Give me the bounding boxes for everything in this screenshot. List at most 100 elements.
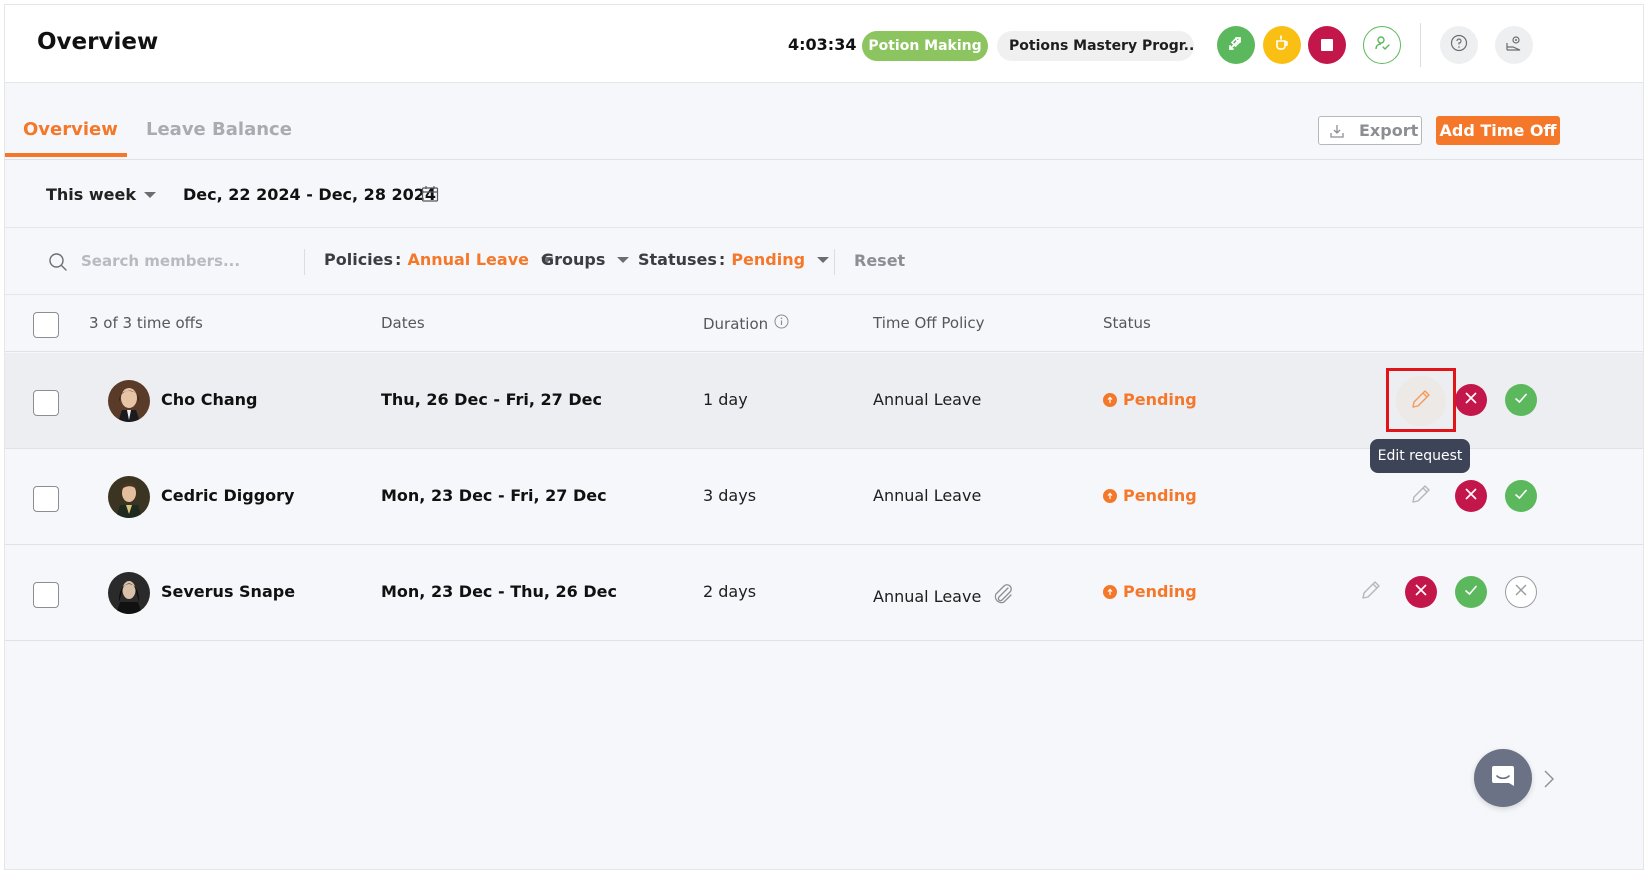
download-icon	[1329, 123, 1345, 139]
export-button[interactable]: Export	[1318, 116, 1422, 145]
status-badge: Pending	[1103, 582, 1197, 601]
statuses-filter-value: Pending	[731, 250, 806, 269]
status-badge: Pending	[1103, 486, 1197, 505]
time-off-policy: Annual Leave	[873, 486, 982, 505]
pending-icon	[1103, 488, 1117, 503]
row-checkbox[interactable]	[33, 486, 59, 512]
filter-row: Policies: Annual Leave Groups Statuses: …	[5, 228, 1643, 295]
statuses-filter-label: Statuses	[638, 250, 717, 269]
chat-button[interactable]	[1474, 749, 1532, 807]
org-settings-button[interactable]	[1495, 26, 1533, 64]
reject-button[interactable]	[1405, 576, 1437, 608]
groups-filter-label: Groups	[541, 250, 606, 269]
info-icon[interactable]	[774, 314, 789, 333]
close-circle-icon	[1513, 582, 1529, 602]
chevron-right-icon[interactable]	[1543, 769, 1555, 793]
filter-divider	[304, 249, 305, 275]
time-off-duration: 1 day	[703, 390, 748, 409]
cancel-request-button[interactable]	[1505, 576, 1537, 608]
check-icon	[1513, 486, 1529, 506]
coffee-break-icon	[1273, 34, 1291, 56]
help-icon	[1450, 34, 1468, 56]
calendar-icon[interactable]	[421, 185, 439, 207]
caret-down-icon	[817, 256, 830, 263]
pencil-icon	[1359, 578, 1383, 606]
edit-request-button[interactable]	[1405, 480, 1437, 512]
range-select-value: This week	[46, 185, 137, 204]
caret-down-icon	[144, 191, 157, 198]
avatar	[108, 476, 150, 518]
presence-button[interactable]	[1363, 26, 1401, 64]
caret-down-icon	[617, 256, 630, 263]
member-name: Severus Snape	[161, 582, 296, 601]
edit-request-tooltip: Edit request	[1370, 439, 1470, 473]
reset-filters-button[interactable]: Reset	[854, 251, 905, 270]
help-button[interactable]	[1440, 26, 1478, 64]
stop-timer-button[interactable]	[1308, 26, 1346, 64]
highlight-box	[1386, 368, 1456, 432]
select-all-checkbox[interactable]	[33, 312, 59, 338]
table-row[interactable]: Severus Snape Mon, 23 Dec - Thu, 26 Dec …	[5, 545, 1643, 641]
task-pill[interactable]: Potions Mastery Progr...	[997, 31, 1194, 61]
policies-filter-label: Policies	[324, 250, 394, 269]
filter-divider	[834, 249, 835, 275]
pencil-icon	[1409, 482, 1433, 510]
groups-filter[interactable]: Groups	[541, 250, 630, 269]
table-header: 3 of 3 time offs Dates Duration Time Off…	[5, 295, 1643, 352]
policies-filter-value: Annual Leave	[407, 250, 529, 269]
switch-task-button[interactable]	[1217, 26, 1255, 64]
time-off-duration: 3 days	[703, 486, 757, 505]
approve-button[interactable]	[1505, 384, 1537, 416]
page-title: Overview	[37, 29, 159, 55]
policies-filter[interactable]: Policies: Annual Leave	[324, 250, 553, 269]
active-tab-indicator	[5, 153, 127, 157]
tab-bar: Overview Leave Balance Export Add Time O…	[5, 83, 1643, 160]
timer-readout: 4:03:34	[788, 35, 857, 54]
app-frame: Overview 4:03:34 Potion Making Potions M…	[4, 4, 1644, 870]
member-name: Cho Chang	[161, 390, 258, 409]
time-off-dates: Mon, 23 Dec - Fri, 27 Dec	[381, 486, 607, 505]
approve-button[interactable]	[1505, 480, 1537, 512]
user-presence-icon	[1373, 34, 1391, 56]
chat-icon	[1489, 762, 1517, 794]
column-header-status: Status	[1103, 314, 1151, 332]
add-time-off-button[interactable]: Add Time Off	[1436, 116, 1560, 145]
statuses-filter[interactable]: Statuses: Pending	[638, 250, 830, 269]
close-icon	[1463, 390, 1479, 410]
search-members-input[interactable]	[81, 248, 291, 274]
stop-icon	[1321, 39, 1333, 51]
row-checkbox[interactable]	[33, 390, 59, 416]
table-row[interactable]: Cho Chang Thu, 26 Dec - Fri, 27 Dec 1 da…	[5, 353, 1643, 449]
column-header-duration: Duration	[703, 314, 789, 333]
approve-button[interactable]	[1455, 576, 1487, 608]
settings-icon	[1504, 33, 1524, 57]
tab-leave-balance[interactable]: Leave Balance	[146, 119, 292, 140]
avatar	[108, 572, 150, 614]
tab-overview[interactable]: Overview	[23, 119, 118, 140]
time-off-policy: Annual Leave	[873, 390, 982, 409]
avatar	[108, 380, 150, 422]
paperclip-icon[interactable]	[991, 582, 1015, 610]
row-checkbox[interactable]	[33, 582, 59, 608]
break-button[interactable]	[1263, 26, 1301, 64]
close-icon	[1413, 582, 1429, 602]
range-select[interactable]: This week	[46, 185, 157, 204]
export-label: Export	[1359, 121, 1419, 140]
reject-button[interactable]	[1455, 480, 1487, 512]
time-off-policy: Annual Leave	[873, 582, 1015, 610]
edit-request-button[interactable]	[1355, 576, 1387, 608]
top-header: Overview 4:03:34 Potion Making Potions M…	[5, 5, 1643, 83]
project-pill[interactable]: Potion Making	[862, 31, 988, 61]
check-icon	[1513, 390, 1529, 410]
time-off-dates: Thu, 26 Dec - Fri, 27 Dec	[381, 390, 602, 409]
status-badge: Pending	[1103, 390, 1197, 409]
pending-icon	[1103, 392, 1117, 407]
member-name: Cedric Diggory	[161, 486, 295, 505]
column-header-dates: Dates	[381, 314, 425, 332]
pending-icon	[1103, 584, 1117, 599]
header-divider	[1420, 23, 1421, 67]
reject-button[interactable]	[1455, 384, 1487, 416]
time-off-duration: 2 days	[703, 582, 757, 601]
time-off-dates: Mon, 23 Dec - Thu, 26 Dec	[381, 582, 617, 601]
date-range-text[interactable]: Dec, 22 2024 - Dec, 28 2024	[183, 185, 436, 204]
